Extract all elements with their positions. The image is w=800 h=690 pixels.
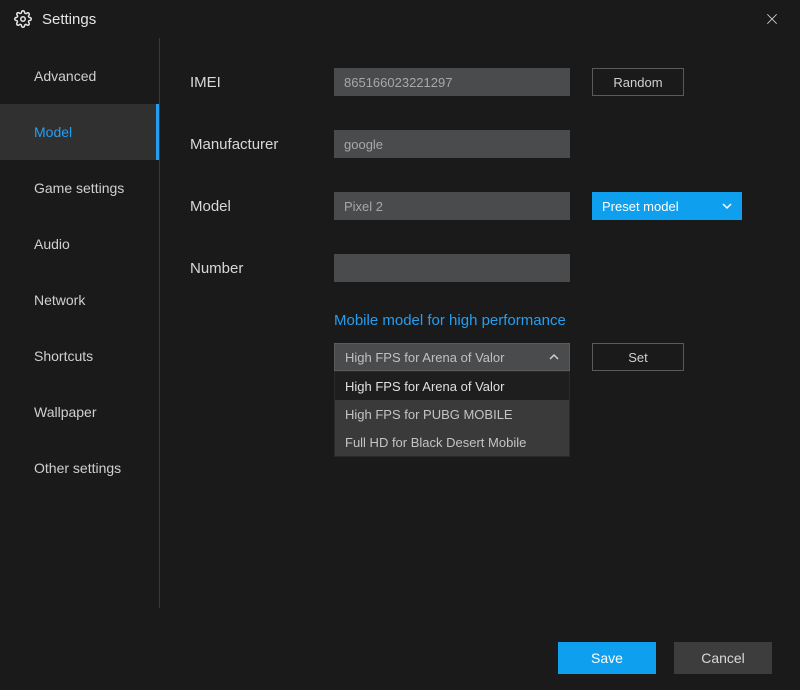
sidebar-item-other-settings[interactable]: Other settings (0, 440, 159, 496)
sidebar-item-network[interactable]: Network (0, 272, 159, 328)
sidebar-item-label: Other settings (34, 460, 121, 476)
sidebar-item-label: Advanced (34, 68, 96, 84)
imei-input[interactable] (334, 68, 570, 96)
set-button[interactable]: Set (592, 343, 684, 371)
sidebar-item-advanced[interactable]: Advanced (0, 48, 159, 104)
sidebar: Advanced Model Game settings Audio Netwo… (0, 38, 160, 608)
sidebar-item-shortcuts[interactable]: Shortcuts (0, 328, 159, 384)
preset-model-label: Preset model (602, 199, 679, 214)
sidebar-item-audio[interactable]: Audio (0, 216, 159, 272)
cancel-button[interactable]: Cancel (674, 642, 772, 674)
perf-select-value: High FPS for Arena of Valor (345, 350, 504, 365)
sidebar-item-label: Audio (34, 236, 70, 252)
perf-select[interactable]: High FPS for Arena of Valor (334, 343, 570, 371)
titlebar: Settings (0, 0, 800, 38)
row-manufacturer: Manufacturer (190, 130, 770, 158)
sidebar-item-wallpaper[interactable]: Wallpaper (0, 384, 159, 440)
perf-dropdown-list: High FPS for Arena of Valor High FPS for… (334, 371, 570, 457)
model-input[interactable] (334, 192, 570, 220)
sidebar-item-game-settings[interactable]: Game settings (0, 160, 159, 216)
sidebar-item-label: Model (34, 124, 72, 140)
model-label: Model (190, 198, 334, 215)
preset-model-dropdown[interactable]: Preset model (592, 192, 742, 220)
perf-option[interactable]: High FPS for Arena of Valor (335, 372, 569, 400)
gear-icon (14, 10, 32, 28)
sidebar-item-model[interactable]: Model (0, 104, 159, 160)
imei-label: IMEI (190, 74, 334, 91)
perf-header: Mobile model for high performance (334, 312, 770, 329)
perf-option[interactable]: High FPS for PUBG MOBILE (335, 400, 569, 428)
sidebar-item-label: Wallpaper (34, 404, 97, 420)
sidebar-item-label: Network (34, 292, 85, 308)
close-icon[interactable] (758, 5, 786, 33)
random-button[interactable]: Random (592, 68, 684, 96)
perf-option[interactable]: Full HD for Black Desert Mobile (335, 428, 569, 456)
row-number: Number (190, 254, 770, 282)
number-input[interactable] (334, 254, 570, 282)
sidebar-item-label: Shortcuts (34, 348, 93, 364)
chevron-down-icon (722, 201, 732, 211)
sidebar-item-label: Game settings (34, 180, 124, 196)
manufacturer-input[interactable] (334, 130, 570, 158)
footer: Save Cancel (0, 626, 800, 690)
manufacturer-label: Manufacturer (190, 136, 334, 153)
save-button[interactable]: Save (558, 642, 656, 674)
chevron-up-icon (549, 352, 559, 362)
content-panel: IMEI Random Manufacturer Model Preset mo… (160, 38, 800, 608)
row-imei: IMEI Random (190, 68, 770, 96)
number-label: Number (190, 260, 334, 277)
window-title: Settings (42, 11, 758, 28)
row-model: Model Preset model (190, 192, 770, 220)
